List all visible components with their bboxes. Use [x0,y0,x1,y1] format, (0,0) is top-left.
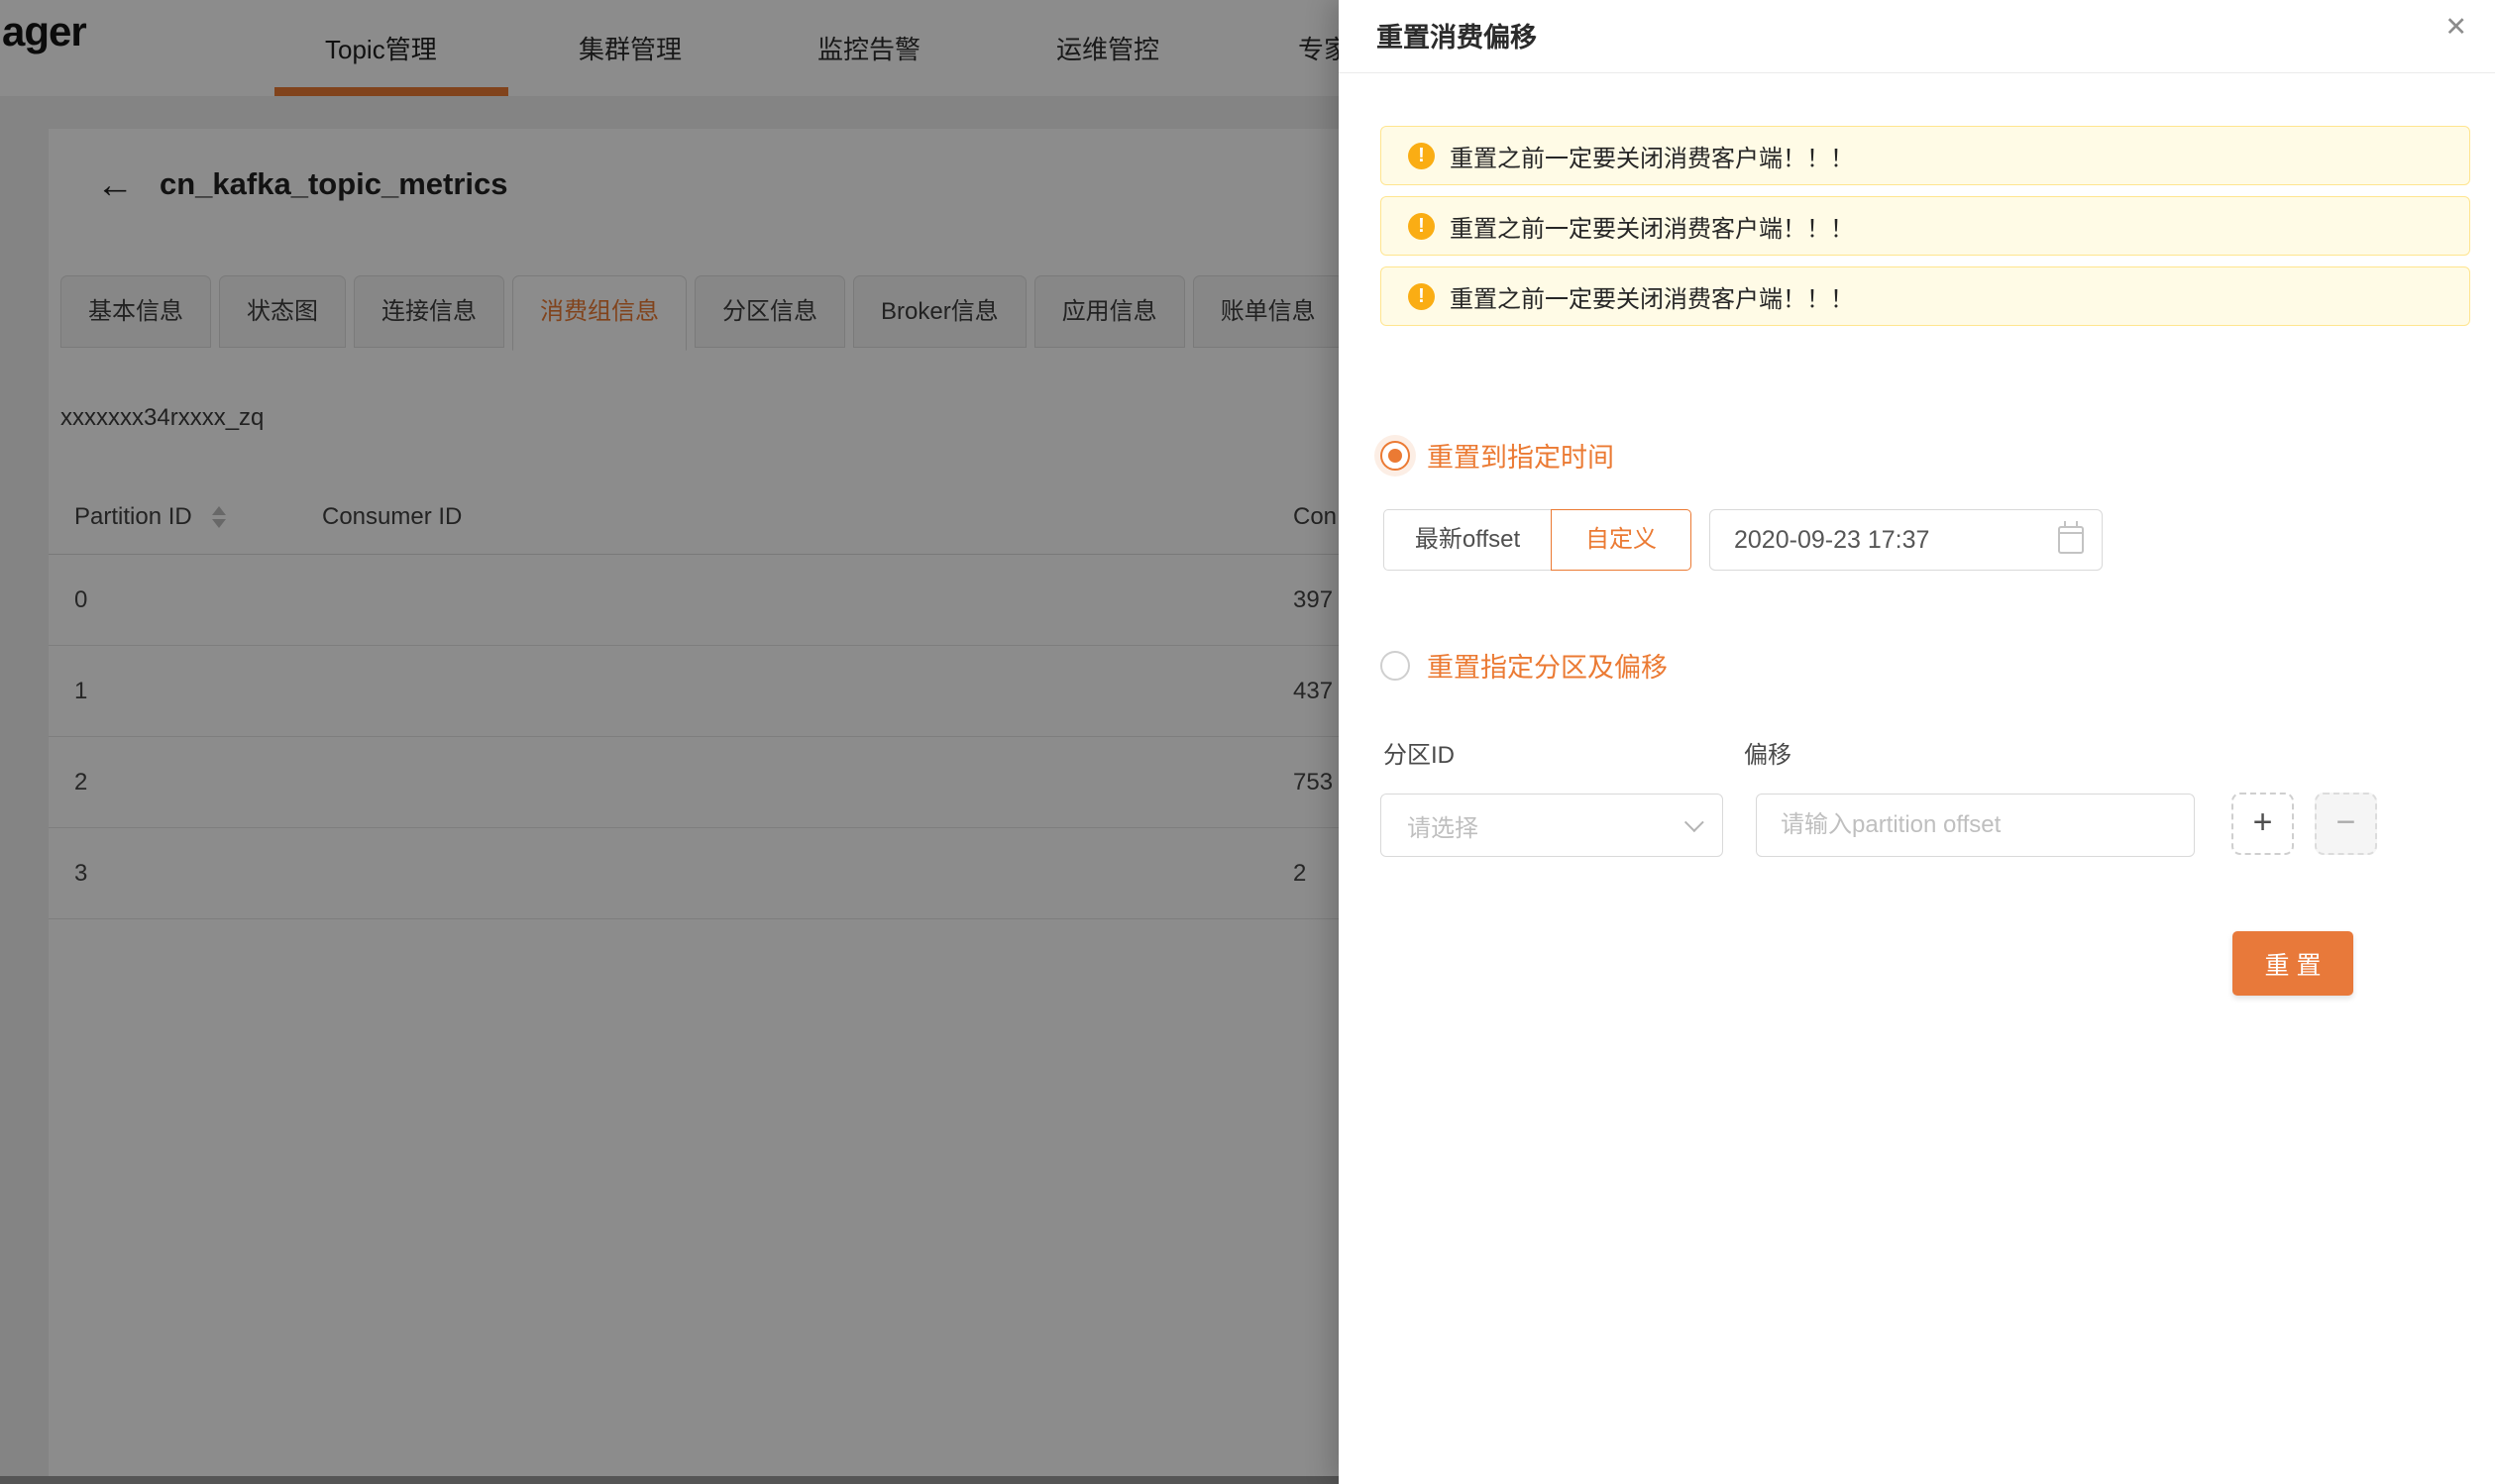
reset-submit-button[interactable]: 重 置 [2232,931,2353,996]
partition-offset-input[interactable] [1756,794,2195,857]
drawer-title: 重置消费偏移 [1376,16,1537,54]
remove-row-button[interactable]: − [2315,793,2377,855]
latest-offset-button[interactable]: 最新offset [1383,509,1552,571]
warning-text: 重置之前一定要关闭消费客户端！！！ [1450,209,1854,244]
warning-alert: ! 重置之前一定要关闭消费客户端！！！ [1380,126,2470,185]
screen: ager Topic管理 集群管理 监控告警 运维管控 专家 ← cn_kafk… [0,0,2495,1484]
calendar-icon [2058,526,2084,554]
partition-select-placeholder: 请选择 [1407,808,1684,843]
offset-label: 偏移 [1744,735,1791,770]
reset-offset-drawer: 重置消费偏移 ✕ ! 重置之前一定要关闭消费客户端！！！ ! 重置之前一定要关闭… [1339,0,2495,1484]
radio-reset-partition-offset[interactable]: 重置指定分区及偏移 [1380,646,1668,685]
drawer-header-divider [1339,72,2495,73]
partition-select[interactable]: 请选择 [1380,794,1723,857]
datetime-value: 2020-09-23 17:37 [1734,526,2058,555]
custom-offset-button[interactable]: 自定义 [1551,509,1691,571]
radio-reset-to-time-label: 重置到指定时间 [1427,436,1614,475]
warning-text: 重置之前一定要关闭消费客户端！！！ [1450,139,1854,173]
radio-checked-icon [1380,441,1410,471]
warning-text: 重置之前一定要关闭消费客户端！！！ [1450,279,1854,314]
warning-alert: ! 重置之前一定要关闭消费客户端！！！ [1380,196,2470,256]
warning-icon: ! [1408,213,1435,240]
close-icon[interactable]: ✕ [2444,14,2467,41]
warning-alert: ! 重置之前一定要关闭消费客户端！！！ [1380,266,2470,326]
add-row-button[interactable]: + [2231,793,2294,855]
radio-reset-to-time[interactable]: 重置到指定时间 [1380,436,1614,475]
chevron-down-icon [1684,812,1704,832]
warning-icon: ! [1408,143,1435,169]
radio-reset-partition-offset-label: 重置指定分区及偏移 [1427,646,1668,685]
datetime-picker[interactable]: 2020-09-23 17:37 [1709,509,2103,571]
radio-unchecked-icon [1380,651,1410,681]
warning-icon: ! [1408,283,1435,310]
partition-id-label: 分区ID [1383,735,1455,770]
